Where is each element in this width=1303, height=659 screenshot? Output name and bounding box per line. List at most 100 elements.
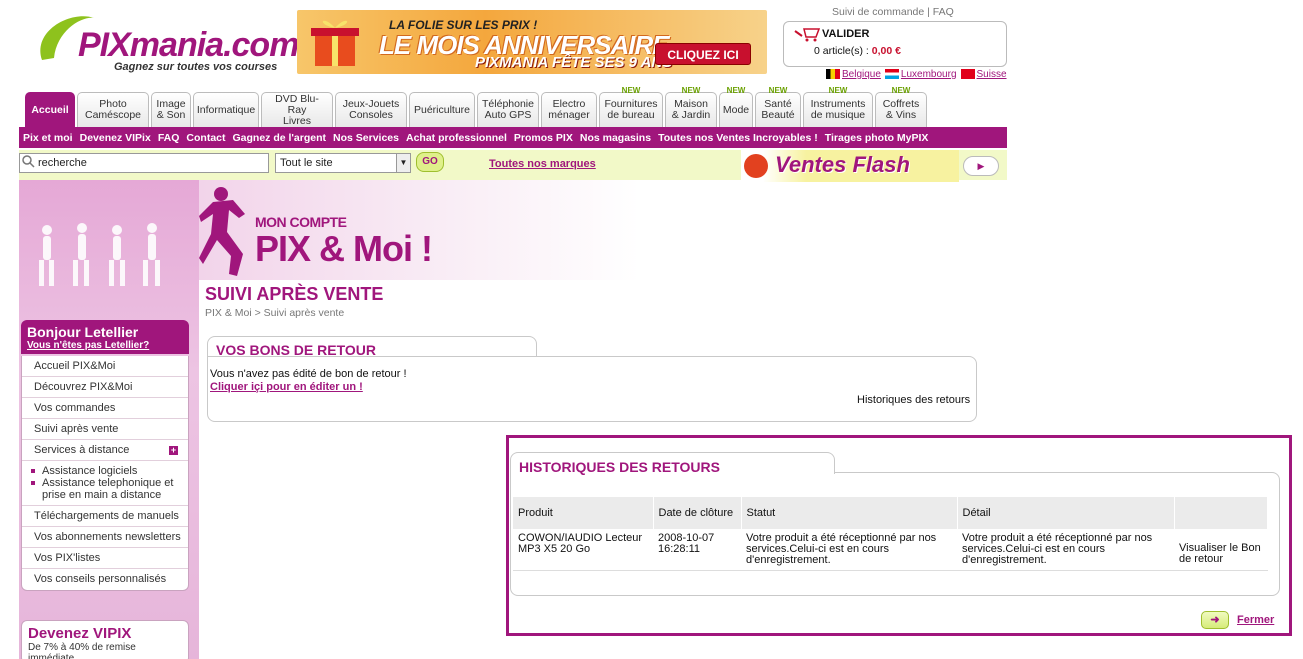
tab-accueil[interactable]: Accueil (25, 92, 75, 127)
search-scope-value: Tout le site (280, 157, 333, 169)
menu-item-accueil[interactable]: Accueil PIX&Moi (22, 356, 188, 377)
search-scope-select[interactable]: Tout le site ▼ (275, 153, 411, 173)
menu-item-suivi-apres-vente[interactable]: Suivi après vente (22, 419, 188, 440)
menu-item-manuels[interactable]: Téléchargements de manuels (22, 506, 188, 527)
tab-image-son[interactable]: Image & Son (151, 92, 191, 127)
gift-icon (311, 20, 359, 66)
submenu-item-assistance-logiciels[interactable]: Assistance logiciels (31, 465, 182, 477)
tab-label: Photo Caméscope (84, 98, 142, 121)
tab-instruments-de-musique[interactable]: NEW Instruments de musique (803, 86, 873, 127)
cell-statut: Votre produit a été réceptionné par nos … (741, 529, 957, 571)
vipix-title: Devenez VIPIX (28, 625, 132, 642)
country-suisse[interactable]: Suisse (960, 69, 1007, 80)
tab-label: DVD Blu-Ray Livres (275, 92, 319, 127)
table-header-row: Produit Date de clôture Statut Détail (513, 497, 1268, 529)
new-badge: NEW (726, 86, 746, 95)
column-header-statut: Statut (741, 497, 958, 529)
cart-validate-button[interactable]: VALIDER (822, 28, 869, 40)
subnav-link[interactable]: Tirages photo MyPIX (825, 132, 929, 144)
column-header-detail: Détail (957, 497, 1175, 529)
subnav-link[interactable]: Toutes nos Ventes Incroyables ! (658, 132, 818, 144)
tab-t-l-phonie-auto-gps[interactable]: Téléphonie Auto GPS (477, 92, 539, 127)
chevron-down-icon: ▼ (396, 154, 410, 172)
all-brands-link[interactable]: Toutes nos marques (489, 158, 596, 170)
vipix-promo[interactable]: Devenez VIPIX De 7% à 40% de remise immé… (21, 620, 189, 659)
tab-pu-riculture[interactable]: Puériculture (409, 92, 475, 127)
logo-text: PIXmania.com (78, 26, 299, 64)
tab-dvd-blu-ray-livres[interactable]: DVD Blu-Ray Livres (261, 92, 333, 127)
subnav-link[interactable]: Nos Services (333, 132, 399, 144)
not-you-link[interactable]: Vous n'êtes pas Letellier? (27, 340, 183, 351)
country-belgique[interactable]: Belgique (826, 69, 881, 80)
welcome-box: Bonjour Letellier Vous n'êtes pas Letell… (21, 320, 189, 354)
cell-detail: Votre produit a été réceptionné par nos … (957, 529, 1174, 571)
tab-informatique[interactable]: Informatique (193, 92, 259, 127)
menu-item-label: Services à distance (34, 444, 130, 456)
menu-item-conseils[interactable]: Vos conseils personnalisés (22, 569, 188, 590)
tab-maison-jardin[interactable]: NEW Maison & Jardin (665, 86, 717, 127)
retour-section-tab: VOS BONS DE RETOUR (207, 336, 537, 358)
table-row: COWON/IAUDIO Lecteur MP3 X5 20 Go 2008-1… (513, 529, 1268, 571)
subnav-link[interactable]: Promos PIX (514, 132, 573, 144)
tab-mode[interactable]: NEW Mode (719, 86, 753, 127)
vipix-text: De 7% à 40% de remise immédiate (28, 642, 136, 659)
tab-electro-m-nager[interactable]: Electro ménager (541, 92, 597, 127)
subnav-link[interactable]: FAQ (158, 132, 180, 144)
luxembourg-flag-icon (884, 69, 899, 80)
menu-item-services-distance[interactable]: Services à distance + (22, 440, 188, 461)
tab-photo-cam-scope[interactable]: Photo Caméscope (77, 92, 149, 127)
banner-cta-button[interactable]: CLIQUEZ ICI (655, 43, 751, 65)
subnav-link[interactable]: Gagnez de l'argent (233, 132, 327, 144)
history-section-tab: HISTORIQUES DES RETOURS (510, 452, 835, 475)
menu-item-commandes[interactable]: Vos commandes (22, 398, 188, 419)
column-header-date: Date de clôture (653, 497, 742, 529)
close-label[interactable]: Fermer (1237, 614, 1274, 626)
subnav-link[interactable]: Pix et moi (23, 132, 73, 144)
subnav-link[interactable]: Nos magasins (580, 132, 651, 144)
cart-box[interactable]: VALIDER 0 article(s) : 0,00 € (783, 21, 1007, 67)
tab-jeux-jouets-consoles[interactable]: Jeux-Jouets Consoles (335, 92, 407, 127)
search-bar: recherche Tout le site ▼ GO Toutes nos m… (19, 150, 1007, 182)
tab-label: Fournitures de bureau (604, 98, 658, 121)
account-menu: Accueil PIX&Moi Découvrez PIX&Moi Vos co… (21, 356, 189, 591)
subnav-link[interactable]: Achat professionnel (406, 132, 507, 144)
anniversary-banner[interactable]: LA FOLIE SUR LES PRIX ! LE MOIS ANNIVERS… (297, 10, 767, 74)
submenu-item-assistance-telephonique[interactable]: Assistance telephonique et prise en main… (31, 477, 182, 501)
dancers-illustration-icon (39, 223, 160, 286)
switzerland-flag-icon (960, 69, 975, 80)
subnav-link[interactable]: Devenez VIPix (80, 132, 151, 144)
breadcrumb[interactable]: PIX & Moi > Suivi après vente (205, 307, 344, 319)
ventes-flash-banner[interactable]: Ventes Flash (741, 150, 959, 182)
tab-label: Informatique (196, 103, 256, 116)
expand-plus-icon[interactable]: + (169, 446, 178, 455)
tab-label: Image & Son (156, 98, 186, 121)
tab-label: Mode (722, 103, 750, 116)
arrow-right-icon[interactable]: ➜ (1201, 611, 1229, 629)
tab-label: Jeux-Jouets Consoles (342, 98, 400, 121)
country-luxembourg[interactable]: Luxembourg (884, 69, 957, 80)
history-link[interactable]: Historiques des retours (857, 394, 970, 406)
column-header-produit: Produit (513, 497, 654, 529)
next-arrow-button[interactable]: ▶ (963, 156, 999, 176)
column-header-action (1174, 497, 1268, 529)
tab-coffrets-vins[interactable]: NEW Coffrets & Vins (875, 86, 927, 127)
order-tracking-faq-links[interactable]: Suivi de commande | FAQ (832, 6, 954, 18)
tab-sant-beaut[interactable]: NEW Santé Beauté (755, 86, 801, 127)
menu-item-decouvrez[interactable]: Découvrez PIX&Moi (22, 377, 188, 398)
logo-tagline: Gagnez sur toutes vos courses (114, 61, 278, 73)
menu-item-newsletters[interactable]: Vos abonnements newsletters (22, 527, 188, 548)
category-tabs: Accueil Photo Caméscope Image & Son Informa… (25, 86, 927, 127)
no-retour-message: Vous n'avez pas édité de bon de retour ! (210, 368, 407, 380)
close-popup[interactable]: ➜ Fermer (1201, 611, 1274, 629)
search-input[interactable]: recherche (19, 153, 269, 173)
create-retour-link[interactable]: Cliquer içi pour en éditer un ! (210, 381, 363, 393)
view-retour-link[interactable]: Visualiser le Bon de retour (1174, 529, 1268, 571)
cart-icon (794, 28, 820, 42)
menu-item-pixlistes[interactable]: Vos PIX'listes (22, 548, 188, 569)
tab-label: Instruments de musique (810, 98, 866, 121)
tab-label: Puériculture (413, 103, 471, 116)
subnav-link[interactable]: Contact (186, 132, 225, 144)
tab-fournitures-de-bureau[interactable]: NEW Fournitures de bureau (599, 86, 663, 127)
pixmania-logo[interactable]: PIXmania.com Gagnez sur toutes vos cours… (32, 6, 299, 76)
search-go-button[interactable]: GO (416, 152, 444, 172)
